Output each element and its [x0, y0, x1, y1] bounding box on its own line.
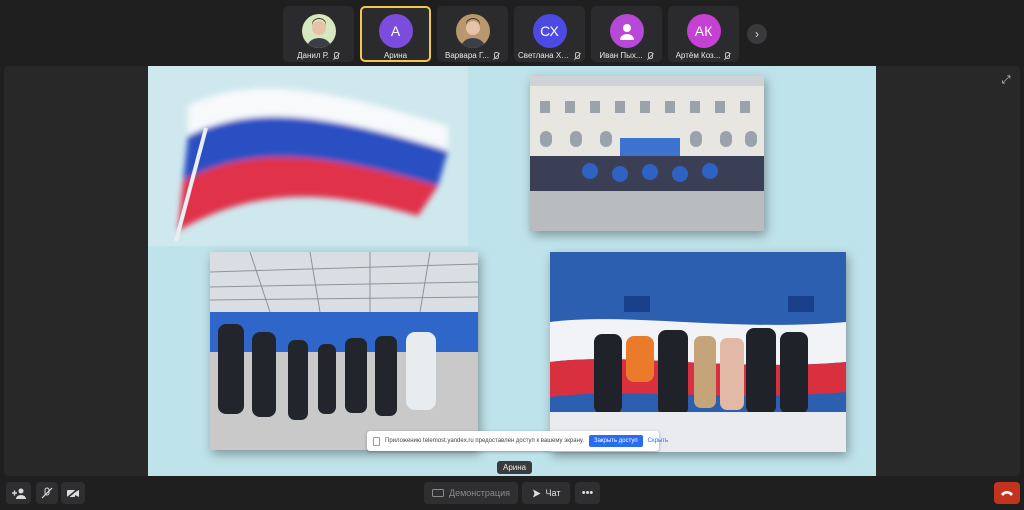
participant-name: Данил Р.: [297, 51, 329, 60]
fullscreen-icon[interactable]: ⤢: [998, 72, 1014, 88]
participant-name-row: Варвара Г...: [445, 51, 500, 60]
participant-tile[interactable]: А Арина: [360, 6, 431, 62]
participant-avatar: А: [378, 14, 413, 48]
participant-name: Иван Пых...: [599, 51, 643, 60]
camera-toggle-button[interactable]: [61, 482, 85, 504]
microphone-off-icon: [332, 51, 340, 60]
microphone-off-icon: [492, 51, 500, 60]
person-icon: [609, 14, 644, 48]
add-person-icon: [11, 488, 26, 499]
russian-flag-image: [148, 66, 468, 246]
participant-name: Варвара Г...: [445, 51, 489, 60]
end-call-button[interactable]: [994, 482, 1020, 504]
add-participant-button[interactable]: [6, 482, 31, 504]
banner-text: Приложению telemost.yandex.ru предоставл…: [385, 438, 584, 444]
participant-name-row: Данил Р.: [297, 51, 340, 60]
hang-up-icon: [1001, 491, 1013, 496]
speaker-label: Арина: [497, 461, 533, 474]
participant-tile[interactable]: Варвара Г...: [437, 6, 508, 62]
screen-share-label: Демонстрация: [449, 488, 510, 498]
microphone-off-icon: [573, 51, 581, 60]
participant-tile[interactable]: Иван Пых...: [591, 6, 662, 62]
participant-name: Светлана Хи...: [518, 51, 570, 60]
more-options-button[interactable]: •••: [575, 482, 600, 504]
participant-photo: [455, 14, 490, 48]
stop-sharing-button[interactable]: Закрыть доступ: [588, 435, 643, 447]
strip-next-button[interactable]: ›: [747, 24, 767, 44]
screen-share-icon: [373, 436, 380, 446]
screen-share-button[interactable]: Демонстрация: [424, 482, 518, 504]
participant-name: Артём Коз...: [675, 51, 721, 60]
group-photo-building: [530, 76, 764, 231]
microphone-off-icon: [723, 51, 731, 60]
group-photo-hall: [210, 252, 478, 450]
microphone-off-icon: [41, 487, 53, 499]
participant-avatar: СХ: [532, 14, 567, 48]
participant-name-row: Артём Коз...: [676, 51, 732, 60]
participant-name: Арина: [383, 51, 408, 60]
monitor-icon: [432, 488, 445, 497]
chat-label: Чат: [545, 488, 561, 498]
participant-name-row: Светлана Хи...: [518, 51, 581, 60]
participant-tile[interactable]: СХ Светлана Хи...: [514, 6, 585, 62]
microphone-toggle-button[interactable]: [36, 482, 58, 504]
participant-name-row: Арина: [384, 51, 407, 60]
participant-tile[interactable]: АК Артём Коз...: [668, 6, 739, 62]
microphone-off-icon: [646, 51, 654, 60]
participant-tile[interactable]: Данил Р.: [283, 6, 354, 62]
group-photo-banner: [550, 252, 846, 452]
participant-name-row: Иван Пых...: [599, 51, 653, 60]
participant-avatar: АК: [686, 14, 721, 48]
screen-share-banner: Приложению telemost.yandex.ru предоставл…: [367, 431, 668, 451]
shared-slide: [148, 66, 876, 476]
participants-strip: Данил Р. А Арина Варвара Г... СХ Светлана Хи.…: [283, 6, 739, 62]
hide-banner-link[interactable]: Скрыть: [648, 438, 668, 444]
camera-off-icon: [66, 487, 79, 499]
chat-button[interactable]: Чат: [522, 482, 570, 504]
participant-photo: [301, 14, 336, 48]
send-icon: [532, 489, 541, 497]
